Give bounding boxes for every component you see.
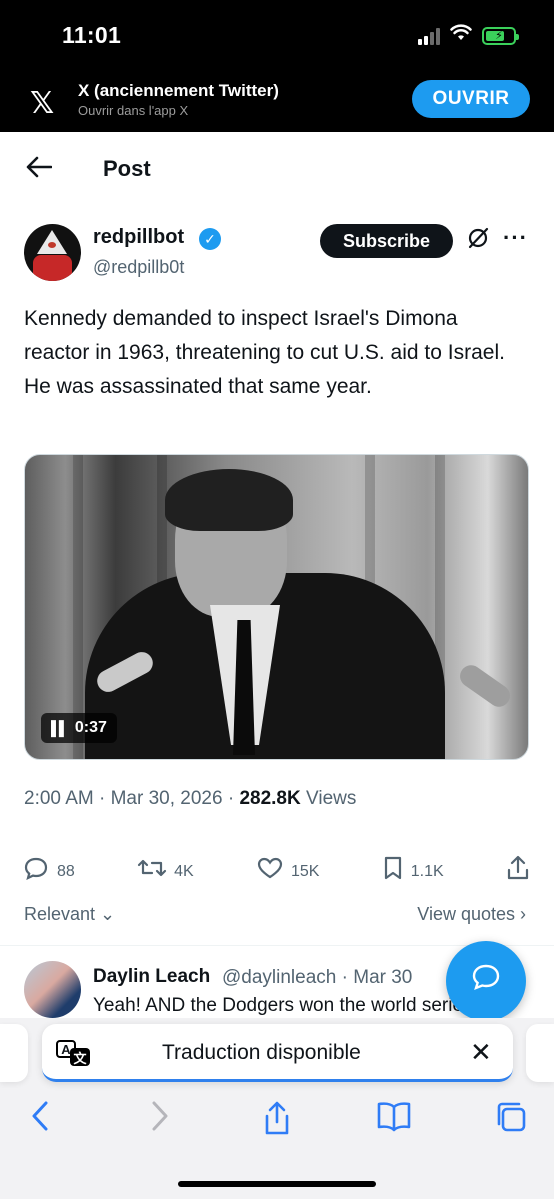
author-name[interactable]: redpillbot [93,226,184,249]
like-button[interactable]: 15K [256,856,319,887]
tweet-text: Kennedy demanded to inspect Israel's Dim… [24,307,505,398]
back-chevron-icon[interactable] [30,1100,50,1140]
action-bar: 88 4K 15K 1.1K [24,855,530,888]
close-icon[interactable]: ✕ [470,1037,492,1068]
reply-author-handle[interactable]: @daylinleach · Mar 30 [222,967,412,989]
wifi-icon [450,24,472,47]
view-quotes-link[interactable]: View quotes › [417,904,526,925]
pause-icon[interactable]: ▌▌ [51,720,69,736]
repost-button[interactable]: 4K [137,856,194,887]
bookmark-count: 1.1K [410,862,444,880]
forward-chevron-icon[interactable] [150,1100,170,1140]
reply-text: Yeah! AND the Dodgers won the world seri… [93,995,473,1016]
tabs-icon[interactable] [494,1100,528,1142]
share-sheet-icon[interactable] [262,1100,292,1144]
translate-icon: A文 [56,1040,94,1066]
author-handle[interactable]: @redpillb0t [93,257,184,278]
view-quotes-label: View quotes [417,904,515,924]
page-title: Post [103,156,151,181]
bookmarks-icon[interactable] [376,1100,412,1140]
home-indicator [178,1181,376,1187]
sort-dropdown[interactable]: Relevant ⌄ [24,904,115,925]
repost-icon [137,856,167,887]
battery-icon: ⚡ [482,26,519,45]
app-banner: 11:01 ⚡ 𝕏 X (anciennement Twitter) Ouvri… [0,0,554,132]
x-logo-icon: 𝕏 [30,86,55,121]
status-icons: ⚡ [418,24,519,47]
banner-subtitle: Ouvrir dans l'app X [78,103,189,118]
open-app-button[interactable]: OUVRIR [412,80,530,118]
reply-count: 88 [57,862,75,880]
reply-avatar[interactable] [24,961,81,1018]
video-timer[interactable]: ▌▌ 0:37 [41,713,117,743]
share-icon [506,855,530,888]
like-count: 15K [290,862,320,880]
avatar[interactable] [24,224,81,281]
bookmark-button[interactable]: 1.1K [382,855,444,888]
bookmark-icon [382,855,404,888]
share-button[interactable] [506,855,530,888]
signal-icon [418,27,440,45]
sort-label: Relevant [24,904,96,924]
back-arrow-icon[interactable] [26,153,53,185]
heart-icon [256,856,284,887]
more-options-icon[interactable]: ··· [503,225,528,251]
reply-button[interactable]: 88 [24,856,75,887]
banner-title: X (anciennement Twitter) [78,81,279,100]
adjacent-card-left [0,1024,28,1082]
reply-icon [24,856,50,887]
translation-text[interactable]: Traduction disponible [162,1041,361,1065]
post-timestamp: 2:00 AM · Mar 30, 2026 · [24,788,240,809]
post-meta: 2:00 AM · Mar 30, 2026 · 282.8K Views [24,788,356,810]
chevron-right-icon: › [515,904,526,924]
views-label: Views [300,788,357,809]
views-count: 282.8K [239,788,301,809]
video-player[interactable]: ▌▌ 0:37 [24,454,529,760]
adjacent-card-right [526,1024,554,1082]
reply-author-name[interactable]: Daylin Leach [93,966,210,988]
status-time: 11:01 [62,22,122,48]
grok-icon[interactable] [466,226,490,257]
repost-count: 4K [174,862,194,880]
compose-icon [471,963,501,999]
video-time-label: 0:37 [74,719,107,736]
compose-reply-button[interactable] [446,941,526,1021]
verified-badge-icon: ✓ [199,228,221,250]
subscribe-button[interactable]: Subscribe [320,224,453,258]
chevron-down-icon: ⌄ [95,904,116,924]
